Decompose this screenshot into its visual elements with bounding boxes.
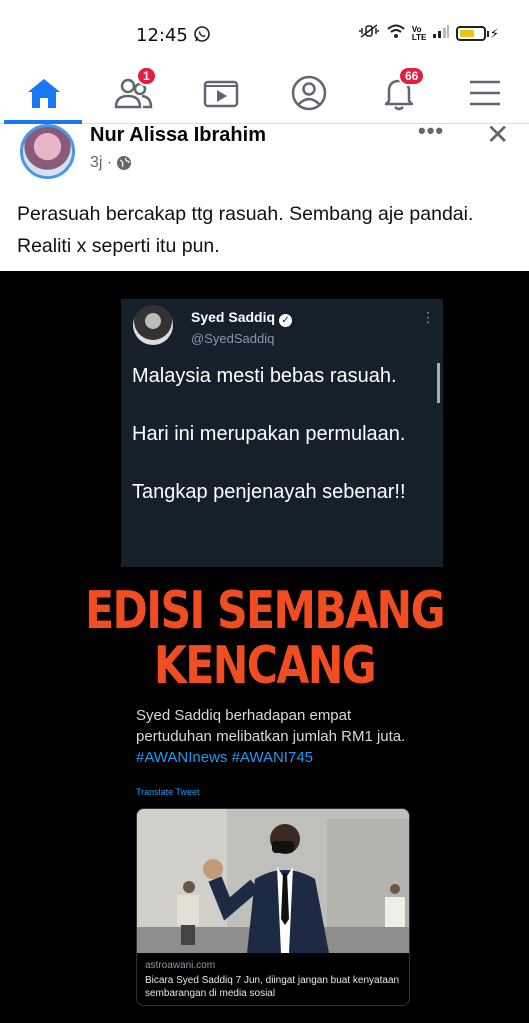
status-time: 12:45	[136, 25, 188, 46]
tweet-line: Hari ini merupakan permulaan.	[132, 423, 406, 445]
post-meta: 3j ·	[90, 154, 132, 172]
tweet-line: Tangkap penjenayah sebenar!!	[132, 481, 406, 503]
post-time[interactable]: 3j ·	[90, 154, 112, 172]
close-icon[interactable]: ✕	[486, 118, 509, 151]
notifications-badge: 66	[398, 66, 426, 86]
friends-badge: 1	[136, 66, 157, 86]
status-bar: 12:45 Vo LTE ⚡	[0, 0, 529, 62]
profile-icon	[291, 75, 327, 111]
nav-watch-button[interactable]	[196, 68, 246, 118]
tweet-body: Malaysia mesti bebas rasuah. Hari ini me…	[132, 361, 432, 535]
link-preview-card: astroawani.com Bicara Syed Saddiq 7 Jun,…	[136, 808, 410, 1006]
post-text: Perasuah bercakap ttg rasuah. Sembang aj…	[17, 203, 474, 257]
tweet-author: Syed Saddiq ✓	[191, 309, 293, 327]
more-options-icon[interactable]: •••	[418, 118, 444, 144]
globe-icon	[117, 156, 132, 170]
caption-hashtags: #AWANInews #AWANI745	[136, 749, 314, 766]
tweet-screenshot: Syed Saddiq ✓ @SyedSaddiq ⋮ Malaysia mest…	[121, 299, 443, 567]
tweet-line: Malaysia mesti bebas rasuah.	[132, 365, 397, 387]
hamburger-icon	[470, 80, 500, 106]
post-header: Nur Alissa Ibrahim 3j · ••• ✕	[0, 118, 529, 184]
translate-tweet-link: Translate Tweet	[136, 787, 200, 797]
battery-icon: ⚡	[455, 26, 499, 42]
nav-home-button[interactable]	[19, 68, 69, 118]
link-domain: astroawani.com	[145, 960, 216, 971]
tweet-avatar	[133, 305, 173, 345]
mute-icon	[358, 23, 380, 44]
link-preview-meta: astroawani.com Bicara Syed Saddiq 7 Jun,…	[145, 959, 405, 1000]
nav-notifications-button[interactable]: 66	[374, 66, 426, 118]
video-icon	[203, 80, 239, 108]
embedded-caption: Syed Saddiq berhadapan empat pertuduhan …	[136, 707, 406, 766]
nav-profile-button[interactable]	[284, 68, 334, 118]
nav-friends-button[interactable]: 1	[108, 66, 158, 118]
signal-icon	[432, 23, 450, 44]
wifi-icon	[386, 23, 406, 44]
top-nav-bar: 1 66	[0, 62, 529, 124]
volte-icon: Vo LTE	[411, 24, 427, 42]
tweet-more-icon: ⋮	[421, 309, 435, 325]
post-image[interactable]: Syed Saddiq ✓ @SyedSaddiq ⋮ Malaysia mest…	[0, 271, 529, 1023]
headline-line-2: KENCANG	[153, 636, 377, 696]
link-title: Bicara Syed Saddiq 7 Jun, diingat jangan…	[145, 975, 400, 999]
author-avatar[interactable]	[20, 124, 75, 179]
whatsapp-icon	[193, 25, 211, 48]
headline-line-1: EDISI SEMBANG	[85, 581, 446, 641]
verified-icon: ✓	[279, 314, 293, 327]
home-icon	[28, 79, 60, 108]
author-name[interactable]: Nur Alissa Ibrahim	[90, 124, 266, 147]
nav-menu-button[interactable]	[460, 68, 510, 118]
link-preview-photo	[137, 809, 409, 953]
text-cursor	[437, 363, 440, 403]
status-icons: Vo LTE ⚡	[358, 23, 499, 44]
tweet-handle: @SyedSaddiq	[191, 331, 275, 346]
